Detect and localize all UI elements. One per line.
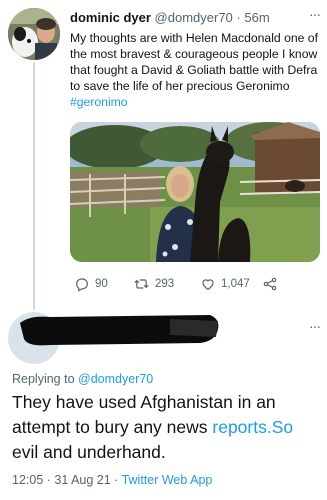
tweet-text: They have used Afghanistan in an attempt… — [12, 390, 324, 465]
more-options-button[interactable]: ··· — [309, 6, 321, 22]
author-name[interactable]: dominic dyer — [70, 10, 151, 25]
tweet-photo[interactable] — [70, 122, 320, 262]
header-separator: · — [236, 10, 241, 25]
like-count: 1,047 — [221, 278, 250, 290]
more-options-button[interactable]: ··· — [309, 318, 321, 334]
tweet-time[interactable]: 56m — [244, 10, 269, 25]
source-app-link[interactable]: Twitter Web App — [122, 473, 213, 487]
like-button[interactable]: 1,047 — [200, 276, 250, 292]
author-handle[interactable]: @domdyer70 — [155, 10, 233, 25]
share-button[interactable] — [262, 276, 278, 292]
like-icon — [202, 279, 214, 290]
replying-prefix: Replying to — [12, 372, 79, 386]
hashtag-link[interactable]: #geronimo — [70, 95, 128, 109]
replying-handle-link[interactable]: @domdyer70 — [78, 372, 153, 386]
reply-count: 90 — [95, 278, 108, 290]
replying-to: Replying to @domdyer70 — [12, 372, 153, 386]
tweet-timestamp[interactable]: 12:05 · 31 Aug 21 · — [12, 473, 122, 487]
retweet-button[interactable]: 293 — [133, 276, 174, 292]
reply-icon — [76, 278, 88, 292]
retweet-count: 293 — [155, 278, 175, 290]
tweet-footer: 12:05 · 31 Aug 21 · Twitter Web App — [12, 473, 212, 487]
tweet-body-end: evil and underhand. — [12, 442, 166, 462]
tweet-text: My thoughts are with Helen Macdonald one… — [70, 30, 320, 110]
retweet-icon — [134, 279, 149, 289]
reply-button[interactable]: 90 — [74, 276, 108, 292]
avatar[interactable] — [8, 8, 60, 60]
thread-connector-line — [33, 62, 35, 310]
tweet-body: My thoughts are with Helen Macdonald one… — [70, 31, 318, 93]
tweet-link[interactable]: reports.So — [212, 417, 293, 437]
share-icon — [263, 277, 277, 291]
redacted-author — [20, 313, 220, 347]
tweet-header: dominic dyer @domdyer70 · 56m — [70, 10, 270, 25]
